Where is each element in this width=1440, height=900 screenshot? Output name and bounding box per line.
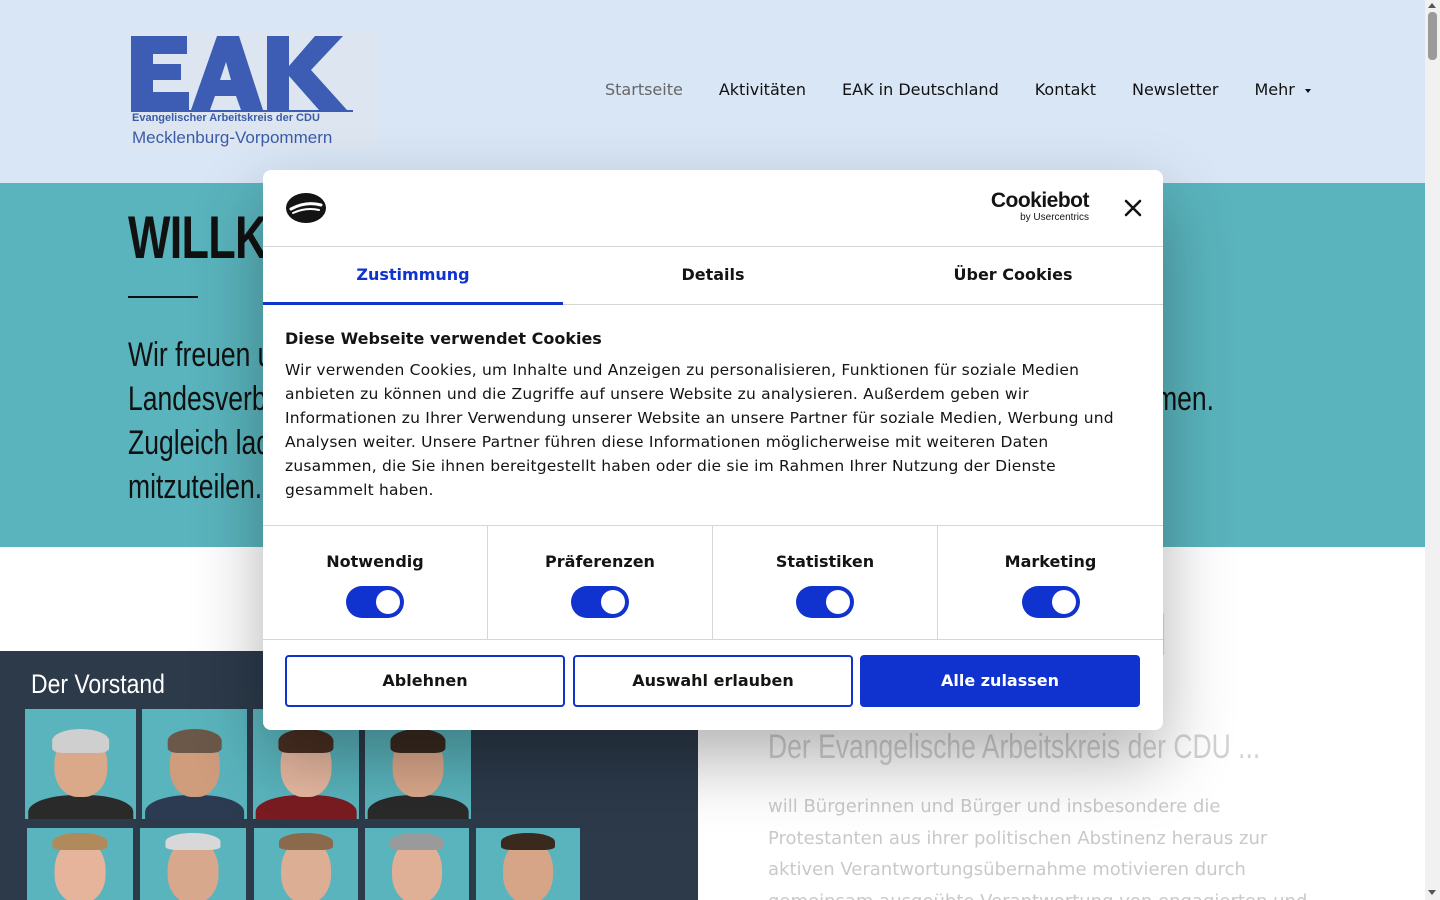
tab-zustimmung[interactable]: Zustimmung <box>263 247 563 305</box>
title-underline <box>128 296 198 298</box>
toggle-praeferenzen[interactable] <box>571 586 629 618</box>
category-label: Notwendig <box>326 552 424 571</box>
board-member-photo <box>25 709 136 819</box>
section-body-line: gemeinsam ausgeübte Verantwortung von en… <box>768 886 1307 900</box>
category-notwendig: Notwendig <box>263 526 488 639</box>
category-marketing: Marketing <box>938 526 1163 639</box>
section-body-line: Protestanten aus ihrer politischen Absti… <box>768 827 1268 849</box>
category-label: Marketing <box>1004 552 1097 571</box>
dialog-header: Cookiebot by Usercentrics <box>263 170 1163 247</box>
description-line: Wir verwenden Cookies, um Inhalte und An… <box>285 361 1080 379</box>
board-member-photo <box>365 828 469 900</box>
board-member-photo <box>476 828 580 900</box>
site-logo[interactable]: Evangelischer Arbeitskreis der CDU Meckl… <box>131 32 378 150</box>
description-line: gesammelt haben. <box>285 481 434 499</box>
eak-logo-mark <box>131 36 353 112</box>
scrollbar-thumb[interactable] <box>1428 12 1437 60</box>
board-member-photo <box>254 828 358 900</box>
scroll-down-icon[interactable] <box>1428 890 1436 895</box>
nav-mehr-label: Mehr <box>1254 80 1295 99</box>
toggle-knob <box>1051 590 1076 614</box>
description-line: anbieten zu können und die Zugriffe auf … <box>285 385 1029 403</box>
dialog-tabs: Zustimmung Details Über Cookies <box>263 247 1163 305</box>
allow-all-button[interactable]: Alle zulassen <box>860 655 1140 707</box>
allow-selection-button[interactable]: Auswahl erlauben <box>573 655 853 707</box>
cookie-consent-dialog: Cookiebot by Usercentrics Zustimmung Det… <box>263 170 1163 730</box>
cookiebot-brand-sub: by Usercentrics <box>1020 212 1089 223</box>
category-label: Statistiken <box>775 552 875 571</box>
dialog-description: Wir verwenden Cookies, um Inhalte und An… <box>285 358 1145 502</box>
scroll-up-icon[interactable] <box>1428 3 1436 8</box>
logo-region: Mecklenburg-Vorpommern <box>132 128 333 147</box>
cookie-categories: Notwendig Präferenzen Statistiken Market… <box>263 525 1163 640</box>
section-subheading: Der Evangelische Arbeitskreis der CDU ..… <box>768 728 1261 766</box>
close-icon[interactable] <box>1123 198 1143 218</box>
section-body: will Bürgerinnen und Bürger und insbeson… <box>768 791 1307 900</box>
description-line: zusammen, die Sie ihnen bereitgestellt h… <box>285 457 1056 475</box>
tab-ueber-cookies[interactable]: Über Cookies <box>863 247 1163 304</box>
dialog-title: Diese Webseite verwendet Cookies <box>285 329 602 348</box>
logo-subtitle: Evangelischer Arbeitskreis der CDU <box>132 112 320 124</box>
category-statistiken: Statistiken <box>713 526 938 639</box>
nav-kontakt[interactable]: Kontakt <box>1035 80 1096 99</box>
board-member-photo <box>27 828 133 900</box>
nav-startseite[interactable]: Startseite <box>605 80 683 99</box>
caret-down-icon <box>1304 88 1311 93</box>
toggle-knob <box>376 590 400 614</box>
main-nav: Startseite Aktivitäten EAK in Deutschlan… <box>605 80 1347 99</box>
decline-button[interactable]: Ablehnen <box>285 655 565 707</box>
description-line: Informationen zu Ihrer Verwendung unsere… <box>285 409 1114 427</box>
toggle-knob <box>601 590 625 614</box>
nav-eak-in-deutschland[interactable]: EAK in Deutschland <box>842 80 999 99</box>
description-line: Analysen weiter. Unsere Partner führen d… <box>285 433 1049 451</box>
toggle-statistiken[interactable] <box>796 586 854 618</box>
section-body-line: will Bürgerinnen und Bürger und insbeson… <box>768 796 1221 817</box>
site-header: Evangelischer Arbeitskreis der CDU Meckl… <box>0 0 1425 183</box>
category-label: Präferenzen <box>545 552 655 571</box>
page-scrollbar[interactable] <box>1425 0 1440 900</box>
welcome-title: WILLK <box>128 204 267 271</box>
tab-details[interactable]: Details <box>563 247 863 304</box>
cookiebot-brand[interactable]: Cookiebot by Usercentrics <box>985 189 1090 224</box>
nav-mehr[interactable]: Mehr <box>1254 80 1311 99</box>
board-member-photo <box>140 828 246 900</box>
board-title: Der Vorstand <box>31 669 165 699</box>
nav-aktivitaeten[interactable]: Aktivitäten <box>719 80 806 99</box>
board-member-photo <box>142 709 247 819</box>
toggle-notwendig[interactable] <box>346 586 404 618</box>
section-body-line: aktiven Verantwortungsübernahme motivier… <box>768 859 1246 880</box>
nav-newsletter[interactable]: Newsletter <box>1132 80 1219 99</box>
toggle-knob <box>826 590 850 614</box>
toggle-marketing[interactable] <box>1021 586 1080 618</box>
cookiebot-logo-icon <box>286 193 326 223</box>
cookiebot-brand-name: Cookiebot <box>990 189 1090 212</box>
category-praeferenzen: Präferenzen <box>488 526 713 639</box>
